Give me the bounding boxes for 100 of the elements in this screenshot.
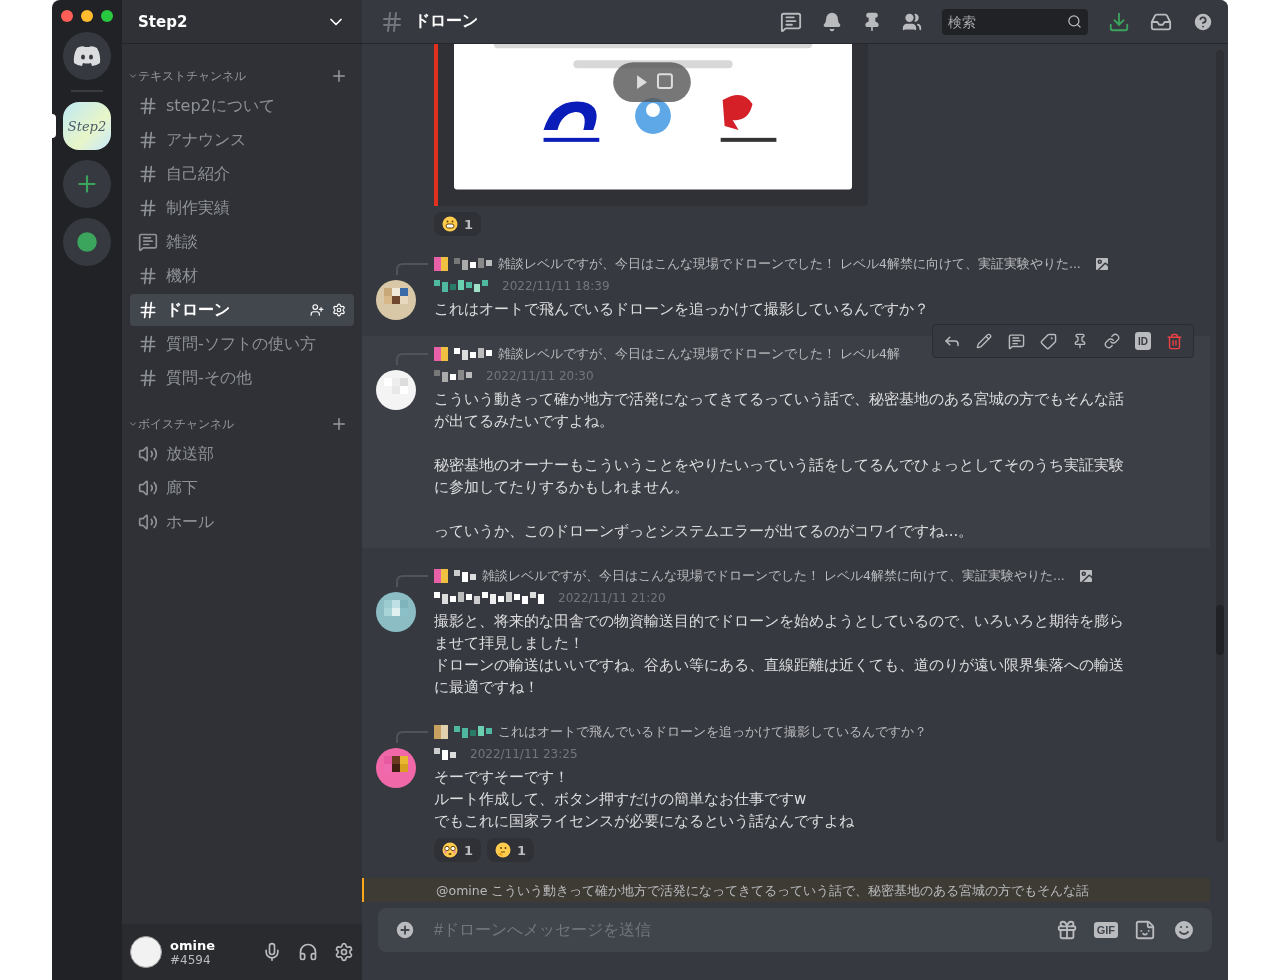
message-text: 撮影と、将来的な田舎での物資輸送目的でドローンを始めようとしているので、いろいろと期待を膨らませて拝見しました！: [434, 611, 1125, 654]
reply-connector: [396, 731, 428, 743]
speaker-icon: [138, 478, 158, 498]
message-text: これはオートで飛んでいるドローンを追っかけて撮影しているんですか？: [434, 299, 930, 320]
home-button[interactable]: [63, 32, 111, 80]
message-text: でもこれに国家ライセンスが必要になるという話なんですよね: [434, 811, 855, 832]
reply-preview: 雑談レベルですが、今日はこんな現場でドローンでした！ レベル4解: [498, 345, 900, 363]
channel-item[interactable]: 機材: [130, 260, 354, 292]
search-field[interactable]: 検索: [942, 8, 1088, 35]
zoom-window-button[interactable]: [101, 10, 113, 22]
pencil-icon: [976, 333, 992, 349]
download-icon[interactable]: [1108, 10, 1130, 33]
pixelated-username: [454, 726, 492, 738]
hash-icon: [138, 334, 158, 354]
reply-avatar: [434, 257, 448, 271]
pixelated-username: [434, 370, 472, 382]
channel-item[interactable]: 質問-ソフトの使い方: [130, 328, 354, 360]
channel-item[interactable]: ホール: [130, 506, 354, 538]
hash-icon: [138, 130, 158, 150]
grinning-face-icon: [442, 216, 458, 232]
user-avatar: [130, 936, 162, 968]
headphones-icon[interactable]: [298, 942, 318, 962]
message-text: 秘密基地のオーナーもこういうことをやりたいっていう話をしてるんでひょっとしてそのうち実証実験に参加してたりするかもしれません。: [434, 455, 1125, 498]
reply-avatar: [434, 569, 448, 583]
hash-icon: [138, 368, 158, 388]
search-icon: [1067, 13, 1082, 29]
bell-icon[interactable]: [822, 11, 842, 32]
add-channel-icon[interactable]: [330, 67, 348, 85]
reaction-button[interactable]: 1: [434, 212, 482, 236]
speaker-icon: [138, 512, 158, 532]
hash-icon: [380, 9, 404, 34]
thread-icon: [1007, 332, 1025, 350]
minimize-window-button[interactable]: [81, 10, 93, 22]
pixelated-username: [434, 748, 456, 760]
chat-logo-icon: [73, 45, 101, 67]
thinking-face-icon: [495, 842, 512, 858]
user-tag: #4594: [170, 952, 254, 967]
message-text: そーですそーです！: [434, 767, 570, 788]
channel-item[interactable]: 質問-その他: [130, 362, 354, 394]
category-header[interactable]: ボイスチャンネル: [138, 415, 330, 433]
hash-icon: [138, 96, 158, 116]
reaction-button[interactable]: 1: [487, 838, 535, 862]
channel-title: ドローン: [414, 11, 478, 32]
channel-item[interactable]: アナウンス: [130, 124, 354, 156]
category-header[interactable]: テキストチャンネル: [138, 67, 330, 85]
threads-icon[interactable]: [780, 10, 802, 33]
channel-item[interactable]: 廊下: [130, 472, 354, 504]
gif-button[interactable]: GIF: [1093, 922, 1118, 938]
help-icon[interactable]: [1192, 10, 1214, 33]
trash-icon: [1165, 332, 1183, 350]
message-text: っていうか、このドローンずっとシステムエラーが出てるのがコワイですね...。: [434, 521, 975, 542]
user-avatar: [376, 370, 416, 410]
close-window-button[interactable]: [61, 10, 73, 22]
sticker-icon[interactable]: [1134, 919, 1156, 941]
channel-item[interactable]: step2について: [130, 90, 354, 122]
hash-icon: [138, 164, 158, 184]
explore-button[interactable]: [63, 218, 111, 266]
timestamp: 2022/11/11 21:20: [558, 591, 666, 605]
add-channel-icon[interactable]: [330, 415, 348, 433]
gift-icon[interactable]: [1055, 919, 1078, 941]
reply-preview: 雑談レベルですが、今日はこんな現場でドローンでした！ レベル4解禁に向けて、実証実験やりた...: [482, 567, 1065, 585]
channel-item[interactable]: ドローン: [130, 294, 354, 326]
timestamp: 2022/11/11 20:30: [486, 369, 594, 383]
copy-id-button[interactable]: ID: [1135, 332, 1151, 350]
timestamp: 2022/11/11 18:39: [502, 279, 610, 293]
emoji-icon[interactable]: [1172, 918, 1196, 942]
flushed-face-icon: [442, 842, 458, 858]
message-text: こういう動きって確か地方で活発になってきてるっていう話で、秘密基地のある宮城の方でもそんな話が出てるみたいですよね。: [434, 389, 1125, 432]
channel-item[interactable]: 雑談: [130, 226, 354, 258]
server-icon[interactable]: Step2: [63, 102, 111, 150]
reaction-button[interactable]: 1: [434, 838, 482, 862]
speaker-icon: [138, 444, 158, 464]
channel-item[interactable]: 自己紹介: [130, 158, 354, 190]
reply-preview: 雑談レベルですが、今日はこんな現場でドローンでした！ レベル4解禁に向けて、実証実験やりた...: [498, 255, 1081, 273]
pin-icon[interactable]: [862, 11, 882, 32]
settings-icon[interactable]: [334, 942, 354, 962]
user-avatar: [376, 592, 416, 632]
members-icon[interactable]: [902, 11, 922, 32]
channel-item[interactable]: 制作実績: [130, 192, 354, 224]
add-server-button[interactable]: [63, 160, 111, 208]
scrollbar[interactable]: [1216, 50, 1224, 842]
chevron-icon: [128, 71, 138, 81]
pixelated-username: [434, 280, 488, 292]
pin-icon: [1072, 333, 1088, 349]
microphone-icon[interactable]: [262, 942, 282, 962]
server-name: Step2: [138, 12, 188, 31]
pixelated-username: [454, 258, 492, 270]
hash-icon: [138, 198, 158, 218]
pixelated-username: [454, 348, 492, 360]
message-text: ドローンの輸送はいいですね。谷あい等にある、直線距離は近くても、道のりが遠い限界集落への輸送に最適ですね！: [434, 655, 1125, 698]
user-avatar: [376, 748, 416, 788]
invite-icon[interactable]: [310, 303, 324, 317]
timestamp: 2022/11/11 23:25: [470, 747, 578, 761]
link-icon: [1104, 333, 1120, 349]
add-attachment-icon[interactable]: [394, 919, 416, 941]
channel-item[interactable]: 放送部: [130, 438, 354, 470]
selection-indicator: [52, 114, 56, 138]
reply-avatar: [434, 347, 448, 361]
reply-preview: @omine こういう動きって確か地方で活発になってきてるっていう話で、秘密基地のある宮城の方でもそんな話: [436, 883, 1090, 898]
message-text: ルート作成して、ボタン押すだけの簡単なお仕事ですw: [434, 789, 808, 810]
